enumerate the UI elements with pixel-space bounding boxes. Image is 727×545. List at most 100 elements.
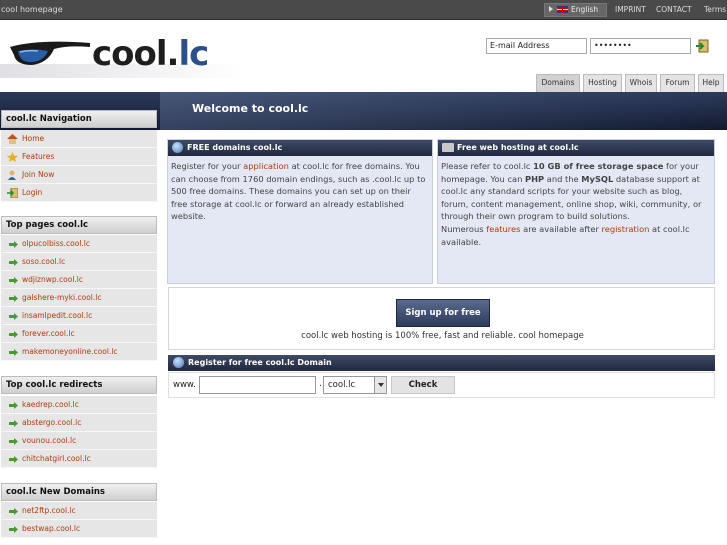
tab-hosting[interactable]: Hosting: [583, 74, 622, 92]
register-domain-form: www. . cool.lc Check: [168, 372, 715, 398]
sidebar-item-label: Join Now: [22, 170, 55, 179]
text-segment: are available after: [523, 223, 599, 234]
sidebar-item-label: vounou.cool.lc: [22, 436, 77, 445]
page-title: Welcome to cool.lc: [192, 102, 309, 115]
tab-whois[interactable]: Whois: [625, 74, 657, 92]
tab-forum[interactable]: Forum: [660, 74, 695, 92]
sidebar-item-label: Login: [22, 188, 43, 197]
language-label: English: [571, 5, 599, 14]
tab-help[interactable]: Help: [698, 74, 724, 92]
email-field[interactable]: E-mail Address: [486, 38, 587, 54]
sidebar-item-redirect[interactable]: abstergo.cool.lc: [1, 414, 157, 432]
sidebar-item-top-page[interactable]: soso.cool.lc: [1, 253, 157, 271]
password-field[interactable]: ••••••••: [590, 38, 691, 54]
sidebar-item-label: galshere-myki.cool.lc: [22, 293, 102, 302]
sidebar-item-redirect[interactable]: kaedrep.cool.lc: [1, 396, 157, 414]
text-segment: Please refer to cool.lc: [441, 161, 531, 171]
arrow-right-icon: [9, 277, 18, 284]
logo-text-accent: lc: [178, 34, 209, 74]
sidebar-item-top-page[interactable]: makemoneyonline.cool.lc: [1, 343, 157, 361]
check-button[interactable]: Check: [391, 376, 455, 394]
sidebar-item-label: chitchatgirl.cool.lc: [22, 454, 91, 463]
domain-dot: .: [319, 379, 322, 389]
text-segment: and the: [546, 173, 579, 184]
free-hosting-text: Please refer to cool.lc 10 GB of free st…: [441, 160, 711, 248]
sidebar-item-label: soso.cool.lc: [22, 257, 66, 266]
arrow-right-icon: [9, 438, 18, 445]
arrow-right-icon: [9, 508, 18, 515]
sidebar-item-label: kaedrep.cool.lc: [22, 400, 79, 409]
globe-icon: [172, 142, 183, 153]
sidebar-item-top-page[interactable]: olpucolbiss.cool.lc: [1, 235, 157, 253]
sidebar-item-login[interactable]: Login: [1, 184, 157, 202]
sidebar-item-redirect[interactable]: chitchatgirl.cool.lc: [1, 450, 157, 468]
language-selector[interactable]: English: [544, 3, 607, 17]
application-link[interactable]: application: [243, 161, 289, 171]
sunglasses-logo-icon: [10, 41, 90, 65]
sidebar-item-label: Features: [22, 152, 55, 161]
sidebar-item-new-domain[interactable]: net2ftp.cool.lc: [1, 502, 157, 520]
domain-ending-select[interactable]: cool.lc: [323, 376, 387, 394]
uk-flag-icon: [557, 6, 568, 13]
site-logo[interactable]: cool.lc: [92, 34, 209, 74]
sidebar-item-top-page[interactable]: insamlpedit.cool.lc: [1, 307, 157, 325]
sidebar-item-new-domain[interactable]: bestwap.cool.lc: [1, 520, 157, 538]
sidebar-item-top-page[interactable]: forever.cool.lc: [1, 325, 157, 343]
arrow-right-icon: [9, 402, 18, 409]
sidebar-item-label: Home: [22, 134, 45, 143]
top-bar: cool homepage English IMPRINT CONTACT Te…: [0, 0, 727, 20]
sidebar-item-label: makemoneyonline.cool.lc: [22, 347, 118, 356]
imprint-link[interactable]: IMPRINT: [615, 5, 646, 14]
text-highlight: MySQL: [581, 173, 614, 184]
free-hosting-header: Free web hosting at cool.lc: [438, 140, 714, 156]
sidebar-item-label: olpucolbiss.cool.lc: [22, 239, 91, 248]
sidebar-item-top-page[interactable]: galshere-myki.cool.lc: [1, 289, 157, 307]
sidebar-item-label: insamlpedit.cool.lc: [22, 311, 93, 320]
terms-link[interactable]: Terms: [704, 5, 726, 14]
server-icon: [442, 143, 454, 152]
features-link[interactable]: features: [486, 224, 520, 234]
free-domains-header: FREE domains cool.lc: [168, 140, 432, 156]
text-highlight: PHP: [525, 173, 545, 184]
arrow-right-icon: [9, 313, 18, 320]
sidebar-item-redirect[interactable]: vounou.cool.lc: [1, 432, 157, 450]
user-add-icon: [8, 170, 16, 180]
arrow-right-icon: [9, 331, 18, 338]
signup-tagline: cool.lc web hosting is 100% free, fast a…: [301, 331, 584, 341]
contact-link[interactable]: CONTACT: [656, 5, 692, 14]
registration-link[interactable]: registration: [602, 224, 650, 234]
panel-title: Free web hosting at cool.lc: [457, 143, 579, 152]
arrow-right-icon: [9, 349, 18, 356]
arrow-right-icon: [9, 526, 18, 533]
sidebar-item-top-page[interactable]: wdjiznwp.cool.lc: [1, 271, 157, 289]
chevron-down-icon: [374, 377, 386, 393]
home-icon: [7, 134, 18, 144]
sidebar-item-home[interactable]: Home: [1, 130, 157, 148]
free-hosting-panel: Free web hosting at cool.lc Please refer…: [437, 139, 715, 284]
domain-name-input[interactable]: [199, 376, 316, 394]
sidebar-heading-navigation: cool.lc Navigation: [1, 110, 157, 128]
sidebar-item-label: bestwap.cool.lc: [22, 524, 81, 533]
sidebar-item-label: net2ftp.cool.lc: [22, 506, 76, 515]
arrow-right-icon: [9, 259, 18, 266]
text-segment: Numerous: [441, 223, 484, 234]
play-icon: [549, 6, 553, 12]
signup-button[interactable]: Sign up for free: [396, 299, 490, 327]
globe-icon: [173, 357, 184, 368]
homepage-link[interactable]: cool homepage: [1, 5, 63, 14]
star-icon: [7, 152, 18, 162]
login-icon[interactable]: [695, 39, 709, 53]
sidebar-item-label: abstergo.cool.lc: [22, 418, 82, 427]
arrow-right-icon: [9, 295, 18, 302]
text-highlight: 10 GB of free storage space: [533, 161, 664, 171]
panel-title: FREE domains cool.lc: [187, 143, 283, 152]
text-segment: Register for your: [171, 161, 241, 171]
logo-text: cool.: [92, 34, 179, 74]
tab-domains[interactable]: Domains: [536, 74, 580, 92]
sidebar-item-features[interactable]: Features: [1, 148, 157, 166]
sidebar-heading-top-pages: Top pages cool.lc: [1, 216, 157, 234]
sidebar-item-join-now[interactable]: Join Now: [1, 166, 157, 184]
arrow-right-icon: [9, 241, 18, 248]
login-icon: [7, 188, 18, 198]
sidebar-item-label: forever.cool.lc: [22, 329, 75, 338]
